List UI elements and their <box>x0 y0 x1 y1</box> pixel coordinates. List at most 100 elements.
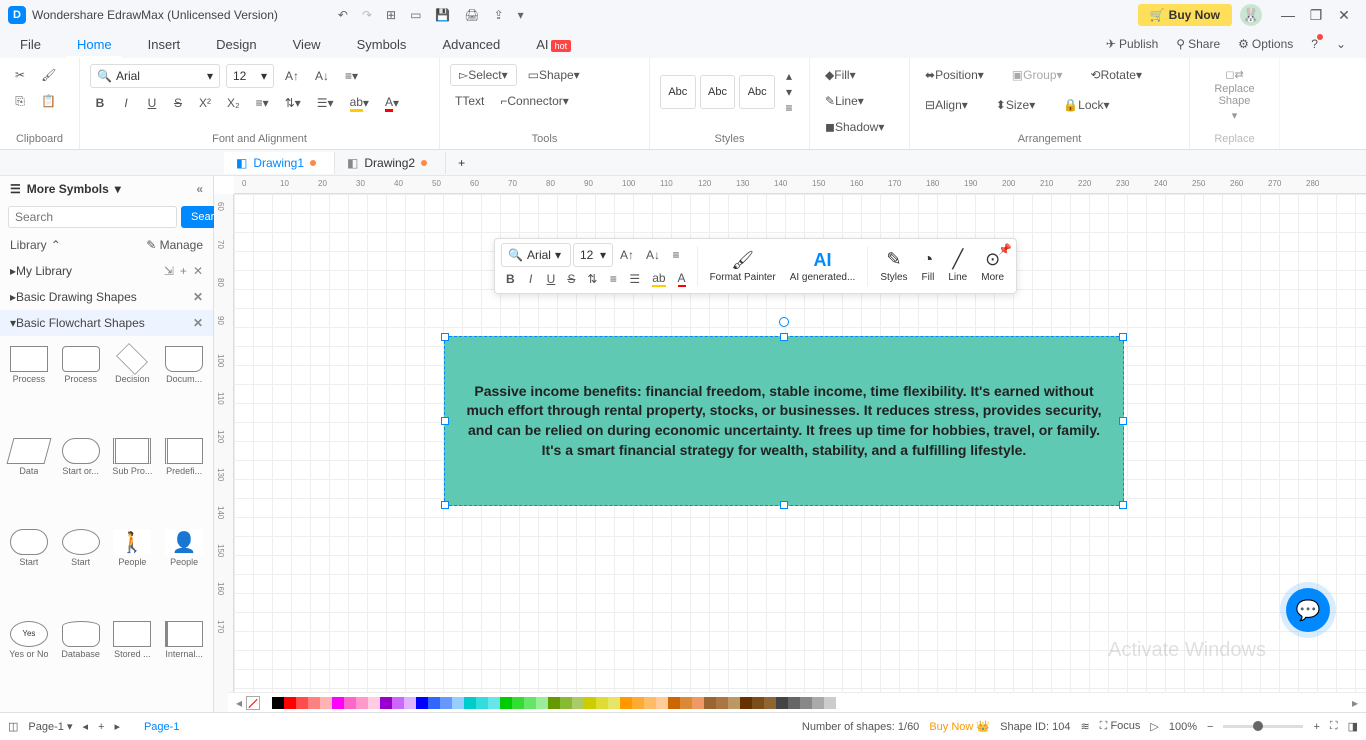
align-menu-icon[interactable]: ≡▾ <box>340 65 363 87</box>
decrease-font-icon[interactable]: A↓ <box>310 65 334 87</box>
color-nav-left-icon[interactable]: ◂ <box>232 696 246 710</box>
color-swatch[interactable] <box>332 697 344 709</box>
options-button[interactable]: ⚙ Options <box>1238 37 1293 51</box>
tab-home[interactable]: Home <box>77 37 112 52</box>
connector-tool-button[interactable]: ⌐ Connector ▾ <box>495 90 573 112</box>
buy-now-button[interactable]: 🛒 Buy Now <box>1138 4 1232 26</box>
color-swatch[interactable] <box>824 697 836 709</box>
fill-button[interactable]: ◆ Fill▾ <box>820 64 861 86</box>
tab-file[interactable]: File <box>20 37 41 52</box>
next-page-icon[interactable]: ▸ <box>114 720 120 733</box>
notification-icon[interactable]: ? <box>1311 37 1318 51</box>
chat-assistant-button[interactable]: 💬 <box>1286 588 1330 632</box>
italic-button[interactable]: I <box>116 92 136 114</box>
publish-button[interactable]: ✈ Publish <box>1106 37 1158 51</box>
open-icon[interactable]: ▭ <box>410 8 421 22</box>
close-section-icon[interactable]: ✕ <box>193 264 203 278</box>
import-icon[interactable]: ⇲ <box>164 264 174 278</box>
theme-chip-2[interactable]: Abc <box>700 75 736 109</box>
color-swatch[interactable] <box>392 697 404 709</box>
float-increase-font-icon[interactable]: A↑ <box>615 245 639 265</box>
shape-palette-item[interactable]: Internal... <box>159 617 209 707</box>
tab-insert[interactable]: Insert <box>148 37 181 52</box>
color-swatch[interactable] <box>680 697 692 709</box>
focus-mode-button[interactable]: ⛶ Focus <box>1100 720 1141 733</box>
collapse-sidebar-icon[interactable]: « <box>196 182 203 196</box>
float-styles[interactable]: ✎Styles <box>874 247 913 285</box>
color-swatch[interactable] <box>632 697 644 709</box>
float-format-painter[interactable]: 🖌Format Painter <box>704 248 782 285</box>
color-swatch[interactable] <box>752 697 764 709</box>
theme-more-icon[interactable]: ≡ <box>779 101 799 115</box>
theme-down-icon[interactable]: ▾ <box>779 85 799 99</box>
color-nav-right-icon[interactable]: ▸ <box>1348 696 1362 710</box>
add-page-icon[interactable]: + <box>98 721 104 733</box>
tab-symbols[interactable]: Symbols <box>357 37 407 52</box>
color-swatch[interactable] <box>560 697 572 709</box>
color-swatch[interactable] <box>356 697 368 709</box>
tab-ai[interactable]: AIhot <box>536 37 571 52</box>
increase-font-icon[interactable]: A↑ <box>280 65 304 87</box>
strikethrough-button[interactable]: S <box>168 92 188 114</box>
float-bullets-button[interactable]: ≡ <box>604 269 622 289</box>
superscript-button[interactable]: X² <box>194 92 216 114</box>
shape-palette-item[interactable]: 🚶People <box>108 525 158 615</box>
number-list-button[interactable]: ☰▾ <box>312 92 339 114</box>
color-swatch[interactable] <box>308 697 320 709</box>
float-decrease-font-icon[interactable]: A↓ <box>641 245 665 265</box>
shape-palette-item[interactable]: Stored ... <box>108 617 158 707</box>
theme-up-icon[interactable]: ▴ <box>779 69 799 83</box>
replace-shape-button[interactable]: ◻⇄ Replace Shape ▾ <box>1200 64 1269 126</box>
canvas[interactable]: 🔍 Arial ▾ 12▾ A↑ A↓ ≡ B I U S ⇅ ≡ ☰ <box>234 194 1366 712</box>
doc-tab-drawing1[interactable]: ◧ Drawing1 <box>224 152 335 174</box>
color-swatch[interactable] <box>260 697 272 709</box>
library-label[interactable]: Library <box>10 238 47 252</box>
float-line[interactable]: ╱Line <box>942 247 973 285</box>
save-icon[interactable]: 💾 <box>435 8 450 22</box>
add-doc-tab[interactable]: + <box>446 152 477 174</box>
float-strike-button[interactable]: S <box>562 269 580 289</box>
float-highlight-button[interactable]: ab <box>647 269 670 289</box>
color-swatch[interactable] <box>500 697 512 709</box>
zoom-slider[interactable] <box>1223 725 1303 728</box>
color-swatch[interactable] <box>548 697 560 709</box>
color-swatch[interactable] <box>668 697 680 709</box>
resize-handle-se[interactable] <box>1119 501 1127 509</box>
resize-handle-sw[interactable] <box>441 501 449 509</box>
add-icon[interactable]: + <box>180 264 187 278</box>
color-swatch[interactable] <box>716 697 728 709</box>
my-library-section[interactable]: ▸ My Library ⇲ + ✕ <box>0 258 213 284</box>
undo-icon[interactable]: ↶ <box>338 8 348 22</box>
tab-design[interactable]: Design <box>216 37 256 52</box>
tab-view[interactable]: View <box>293 37 321 52</box>
redo-icon[interactable]: ↷ <box>362 8 372 22</box>
color-swatch[interactable] <box>512 697 524 709</box>
shape-palette-item[interactable]: Docum... <box>159 342 209 432</box>
color-swatch[interactable] <box>692 697 704 709</box>
color-swatch[interactable] <box>284 697 296 709</box>
resize-handle-s[interactable] <box>780 501 788 509</box>
color-swatch[interactable] <box>404 697 416 709</box>
shape-palette-item[interactable]: 👤People <box>159 525 209 615</box>
float-numbers-button[interactable]: ☰ <box>624 269 645 289</box>
float-size-select[interactable]: 12▾ <box>573 243 613 267</box>
float-fontcolor-button[interactable]: A <box>673 269 691 289</box>
color-swatch[interactable] <box>272 697 284 709</box>
share-button[interactable]: ⚲ Share <box>1176 37 1220 51</box>
close-section-icon[interactable]: ✕ <box>193 290 203 304</box>
color-swatch[interactable] <box>296 697 308 709</box>
theme-chip-1[interactable]: Abc <box>660 75 696 109</box>
color-swatch[interactable] <box>344 697 356 709</box>
maximize-button[interactable]: ❐ <box>1302 7 1330 24</box>
position-button[interactable]: ⬌ Position▾ <box>920 64 989 86</box>
lock-button[interactable]: 🔒 Lock▾ <box>1058 94 1114 116</box>
color-swatch[interactable] <box>440 697 452 709</box>
shape-palette-item[interactable]: Start or... <box>56 434 106 524</box>
color-swatch[interactable] <box>416 697 428 709</box>
float-font-select[interactable]: 🔍 Arial ▾ <box>501 243 571 267</box>
float-align-icon[interactable]: ≡ <box>667 245 685 265</box>
color-swatch[interactable] <box>380 697 392 709</box>
presentation-icon[interactable]: ▷ <box>1150 720 1158 733</box>
doc-tab-drawing2[interactable]: ◧ Drawing2 <box>335 152 446 174</box>
subscript-button[interactable]: X₂ <box>222 92 245 114</box>
